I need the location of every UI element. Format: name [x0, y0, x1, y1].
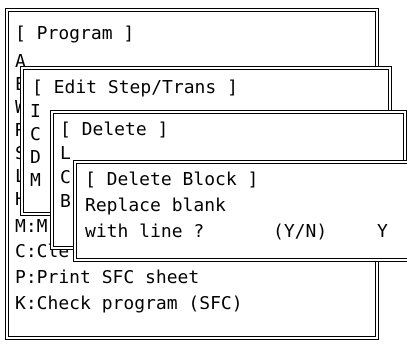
- edit-letter-c[interactable]: C: [30, 125, 41, 145]
- edit-letter-m[interactable]: M: [30, 171, 41, 191]
- edit-letter-i[interactable]: I: [30, 102, 41, 122]
- delete-title: [ Delete ]: [60, 119, 169, 140]
- menu-item-print-sfc[interactable]: P:Print SFC sheet: [15, 268, 199, 288]
- program-menu-title: [ Program ]: [15, 23, 135, 44]
- terminal-screen: [ Program ] A E W R S L H M:M C:Cle P:Pr…: [0, 0, 407, 345]
- menu-item-m[interactable]: M:M: [15, 217, 48, 237]
- delete-block-title: [ Delete Block ]: [85, 169, 259, 190]
- edit-step-trans-title: [ Edit Step/Trans ]: [32, 77, 238, 98]
- delete-letter-b[interactable]: B: [60, 192, 71, 212]
- delete-block-line1: Replace blank: [85, 195, 226, 216]
- edit-letter-d[interactable]: D: [30, 148, 41, 168]
- delete-letter-c[interactable]: C: [60, 168, 71, 188]
- delete-letter-l[interactable]: L: [60, 144, 71, 164]
- delete-block-answer-input[interactable]: Y: [377, 222, 388, 242]
- menu-item-check-program[interactable]: K:Check program (SFC): [15, 294, 243, 314]
- delete-block-prompt: with line ?: [85, 221, 205, 242]
- delete-block-window: [ Delete Block ] Replace blank with line…: [73, 160, 407, 262]
- delete-block-choices: (Y/N): [273, 221, 328, 242]
